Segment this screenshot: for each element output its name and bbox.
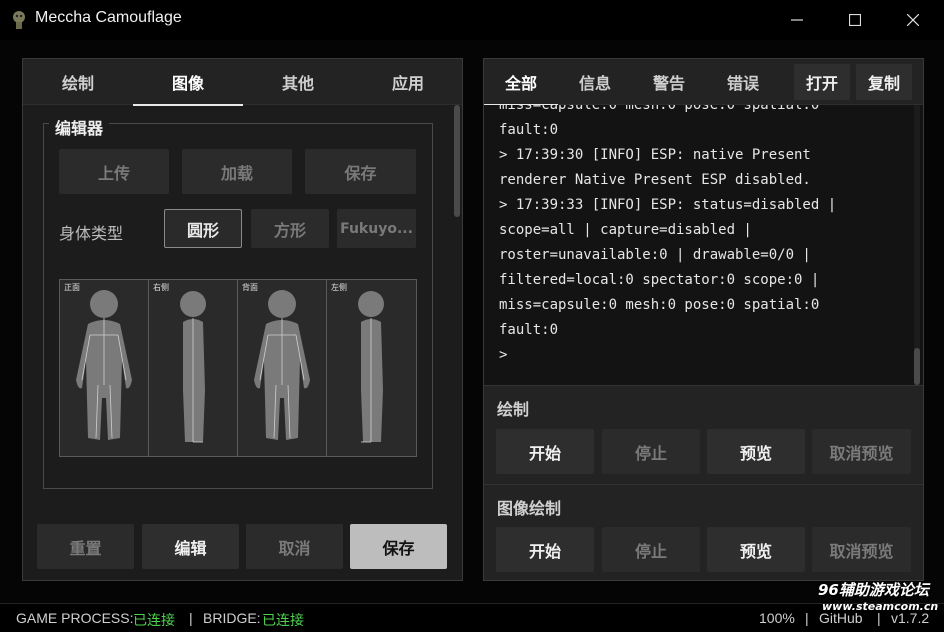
body-type-square[interactable]: 方形 [251,209,329,248]
open-button[interactable]: 打开 [794,64,850,100]
status-separator: | [189,610,193,626]
tab-apply[interactable]: 应用 [353,59,463,105]
draw-preview-button[interactable]: 预览 [707,429,805,474]
save-button[interactable]: 保存 [350,524,447,569]
back-figure [254,290,310,440]
minimize-icon [791,19,803,21]
watermark-forum: 96辅助游戏论坛 [818,581,929,599]
body-view-back: 背面 [238,280,327,456]
draw-section-title: 绘制 [497,400,530,419]
left-scroll-thumb[interactable] [454,105,460,217]
image-draw-section-title: 图像绘制 [497,499,562,518]
left-figure [358,291,384,443]
log-line: miss=capsule:0 mesh:0 pose:0 spatial:0 [499,105,820,113]
log-line: filtered=local:0 spectator:0 scope:0 | [499,272,820,288]
tab-warning[interactable]: 警告 [632,59,706,105]
body-preview: 正面 右侧 背面 左侧 [59,279,417,457]
body-view-left: 左侧 [327,280,416,456]
image-draw-cancel-preview-button[interactable]: 取消预览 [812,527,911,572]
editor-save-button[interactable]: 保存 [305,149,416,194]
body-view-label: 背面 [242,283,258,292]
log-scroll-thumb[interactable] [914,348,920,385]
body-type-label: 身体类型 [59,224,124,243]
bridge-status: 已连接 [262,612,304,628]
right-tab-bar: 全部 信息 警告 错误 打开 复制 [484,59,923,106]
bridge-label: BRIDGE: [203,610,261,626]
copy-button[interactable]: 复制 [856,64,912,100]
body-view-front: 正面 [60,280,149,456]
draw-start-button[interactable]: 开始 [496,429,594,474]
log-line: > 17:39:33 [INFO] ESP: status=disabled | [499,197,837,213]
body-type-fukuyo[interactable]: Fukuyo... [337,209,416,248]
body-view-label: 右侧 [153,283,169,292]
status-bar: GAME PROCESS: 已连接 | BRIDGE: 已连接 100% | G… [0,603,944,632]
draw-cancel-preview-button[interactable]: 取消预览 [812,429,911,474]
tab-image[interactable]: 图像 [133,59,243,106]
left-scrollbar[interactable] [454,105,460,505]
draw-section: 绘制 开始 停止 预览 取消预览 [484,385,923,484]
game-process-status: 已连接 [133,612,175,628]
tab-all[interactable]: 全部 [484,59,558,106]
body-view-label: 正面 [64,283,80,292]
log-panel: 全部 信息 警告 错误 打开 复制 miss=capsule:0 mesh:0 … [483,58,924,581]
log-line: fault:0 [499,322,559,338]
body-type-round[interactable]: 圆形 [164,209,242,248]
cancel-button[interactable]: 取消 [246,524,343,569]
image-draw-preview-button[interactable]: 预览 [707,527,805,572]
minimize-button[interactable] [768,0,826,40]
log-console[interactable]: miss=capsule:0 mesh:0 pose:0 spatial:0 f… [484,105,923,385]
close-button[interactable] [884,0,942,40]
draw-stop-button[interactable]: 停止 [602,429,700,474]
log-line: roster=unavailable:0 | drawable=0/0 | [499,247,811,263]
watermark-url: www.steamcom.cn [822,600,939,613]
body-view-label: 左侧 [331,283,347,292]
upload-button[interactable]: 上传 [59,149,169,194]
maximize-button[interactable] [826,0,884,40]
log-line: renderer Native Present ESP disabled. [499,172,811,188]
image-draw-start-button[interactable]: 开始 [496,527,594,572]
close-icon [907,14,919,26]
log-prompt: > [499,347,508,363]
image-draw-stop-button[interactable]: 停止 [602,527,700,572]
left-tab-bar: 绘制 图像 其他 应用 [23,59,463,106]
body-view-right: 右侧 [149,280,238,456]
editor-title: 编辑器 [49,115,110,139]
zoom-level: 100% [759,610,795,626]
front-figure [76,290,132,440]
app-logo-icon [13,11,25,29]
game-process-label: GAME PROCESS: [16,610,134,626]
title-bar: Meccha Camouflage [0,0,944,40]
window-title: Meccha Camouflage [35,9,182,26]
right-figure [180,291,206,443]
load-button[interactable]: 加载 [182,149,292,194]
tab-info[interactable]: 信息 [558,59,632,105]
log-line: scope=all | capture=disabled | [499,222,752,238]
reset-button[interactable]: 重置 [37,524,134,569]
log-scrollbar[interactable] [914,105,920,385]
image-draw-section: 图像绘制 开始 停止 预览 取消预览 [484,484,923,580]
tab-error[interactable]: 错误 [706,59,780,105]
image-panel: 绘制 图像 其他 应用 编辑器 上传 加载 保存 身体类型 圆形 方形 Fuku… [22,58,463,581]
log-line: > 17:39:30 [INFO] ESP: native Present [499,147,811,163]
log-line: miss=capsule:0 mesh:0 pose:0 spatial:0 [499,297,820,313]
edit-button[interactable]: 编辑 [142,524,239,569]
status-separator: | [805,610,809,626]
tab-other[interactable]: 其他 [243,59,353,105]
log-line: fault:0 [499,122,559,138]
tab-draw[interactable]: 绘制 [23,59,133,105]
maximize-icon [849,14,861,26]
